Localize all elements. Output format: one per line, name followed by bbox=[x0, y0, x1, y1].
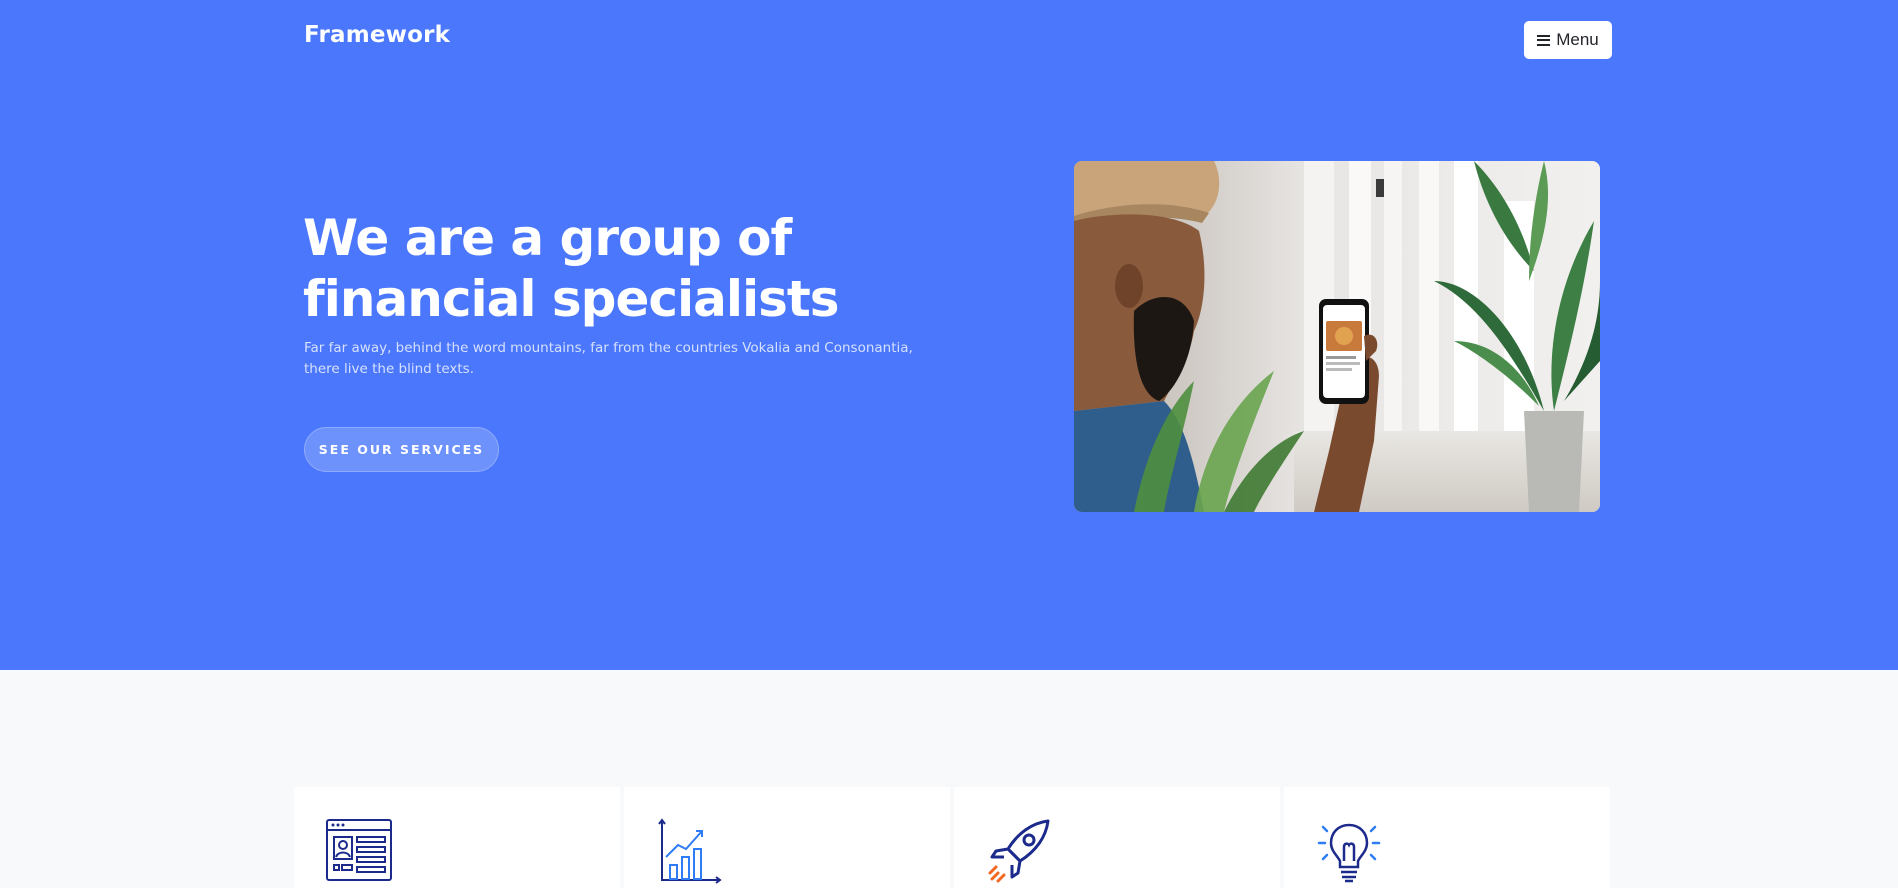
menu-button[interactable]: Menu bbox=[1524, 21, 1612, 59]
hero-section: Framework Menu We are a group of financi… bbox=[0, 0, 1898, 670]
hero-title-line-2: financial specialists bbox=[303, 270, 840, 328]
feature-card-2 bbox=[624, 787, 950, 888]
brand-logo[interactable]: Framework bbox=[304, 22, 450, 48]
feature-card-1 bbox=[294, 787, 620, 888]
hero-title: We are a group of financial specialists bbox=[303, 208, 963, 330]
man-holding-smartphone-photo bbox=[1074, 161, 1600, 512]
feature-card-3 bbox=[954, 787, 1280, 888]
hamburger-icon bbox=[1537, 34, 1551, 46]
lightbulb-icon bbox=[1317, 823, 1381, 883]
see-our-services-button[interactable]: SEE OUR SERVICES bbox=[304, 427, 499, 472]
hero-photo bbox=[1074, 161, 1600, 512]
feature-card-4 bbox=[1284, 787, 1610, 888]
hero-title-line-1: We are a group of bbox=[303, 209, 792, 267]
hero-subtitle: Far far away, behind the word mountains,… bbox=[304, 340, 913, 377]
rocket-icon bbox=[988, 819, 1050, 883]
growth-chart-icon bbox=[658, 818, 722, 884]
profile-layout-icon bbox=[326, 819, 392, 881]
menu-button-label: Menu bbox=[1556, 30, 1599, 49]
